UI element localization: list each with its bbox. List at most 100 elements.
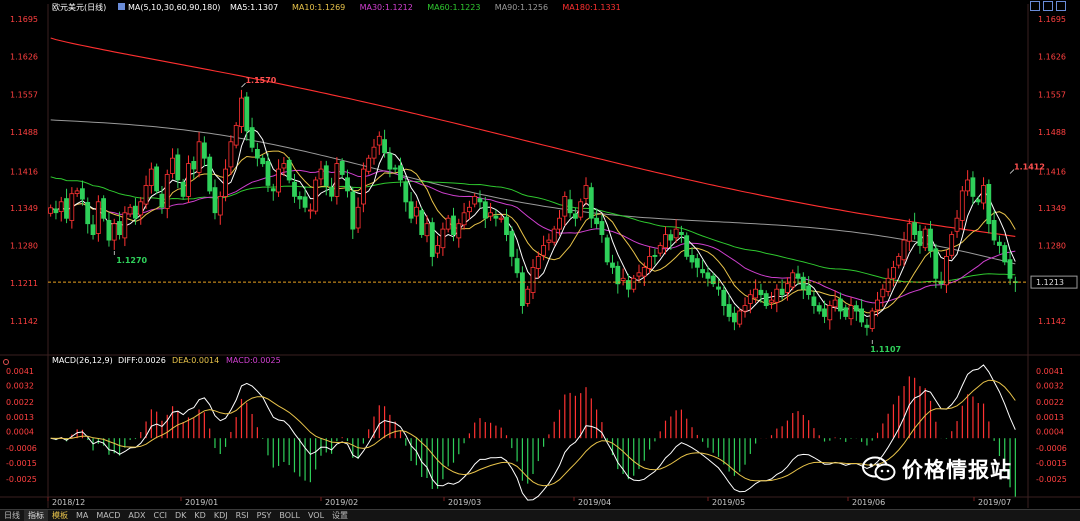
candle-body [265,160,271,186]
candle-body [228,141,234,168]
bottom-tab-9[interactable]: KDJ [210,510,232,521]
price-tick-left-3: 1.1488 [10,128,38,137]
candle-body [482,201,488,219]
candle-body [154,166,160,192]
bottom-tab-11[interactable]: PSY [253,510,276,521]
candle-body [652,254,658,257]
candle-body [249,127,255,148]
bottom-tab-7[interactable]: DK [171,510,190,521]
candle-body [663,234,668,249]
candle-body [912,222,917,236]
candle-body [997,241,1002,246]
settings-icon[interactable] [1043,1,1053,11]
candle-body [498,217,504,220]
candle-body [212,187,218,214]
macd-tick-left-6: -0.0015 [6,459,37,468]
macd-label: MACD(26,12,9) [52,356,113,365]
date-tick-5: 2019/05 [712,498,745,507]
candle-body [732,312,737,323]
macd-diff-value: DIFF:0.0026 [118,356,166,365]
candle-body [217,195,223,216]
candle-body [853,305,859,312]
candle-body [170,157,175,174]
candle-body [117,221,122,236]
candle-body [684,235,690,257]
candle-body [535,255,541,269]
bottom-tab-4[interactable]: MACD [92,510,124,521]
candle-body [557,217,562,230]
bottom-tab-0[interactable]: 日线 [0,510,24,521]
annotation-label-0: 1.1570 [245,76,276,85]
price-tick-right-2: 1.1557 [1038,90,1066,99]
candle-body [551,228,557,243]
candle-body [302,196,308,208]
bottom-tab-6[interactable]: CCI [149,510,171,521]
ma-value-2: MA30:1.1212 [360,3,413,12]
macd-tick-right-1: 0.0032 [1036,382,1064,391]
macd-tick-left-4: 0.0004 [6,428,34,437]
candle-body [795,273,801,279]
date-tick-4: 2019/04 [578,498,611,507]
candle-body [371,146,377,159]
candle-body [223,168,229,197]
grid-icon[interactable] [1030,1,1040,11]
bottom-tab-12[interactable]: BOLL [275,510,304,521]
candle-body [716,286,721,290]
annotation-label-2: 1.1107 [870,345,901,354]
date-tick-1: 2019/01 [185,498,218,507]
candle-body [74,190,80,194]
candle-body [737,310,743,325]
candle-body [599,221,605,236]
candle-body [869,310,875,329]
candle-body [488,212,494,217]
candle-body [615,265,621,285]
candle-body [196,141,202,173]
candle-body [694,258,700,268]
bottom-tab-10[interactable]: RSI [232,510,253,521]
price-tick-right-1: 1.1626 [1038,53,1066,62]
candles-group [48,89,1018,336]
macd-macd-value: MACD:0.0025 [226,356,281,365]
bottom-tab-13[interactable]: VOL [304,510,328,521]
bottom-tab-5[interactable]: ADX [124,510,149,521]
candle-body [466,206,472,213]
candle-body [493,215,499,219]
bottom-tab-8[interactable]: KD [190,510,209,521]
candle-body [562,195,568,217]
candle-body [48,207,53,214]
current-price-tag: 1.1213 [1036,278,1064,287]
candle-body [175,154,181,181]
price-tick-right-8: 1.1142 [1038,317,1066,326]
bottom-tab-14[interactable]: 设置 [328,510,352,521]
close-icon[interactable] [1056,1,1066,11]
candle-body [159,193,165,208]
bottom-tab-3[interactable]: MA [72,510,92,521]
price-tick-right-5: 1.1349 [1038,204,1066,213]
candle-body [965,179,970,192]
candle-body [186,163,191,197]
watermark: 价格情报站 [862,454,1012,484]
ma180-line [50,37,1016,237]
date-tick-6: 2019/06 [852,498,885,507]
bottom-tab-2[interactable]: 模板 [48,510,72,521]
macd-tick-left-7: -0.0025 [6,475,37,484]
candle-body [790,272,796,288]
watermark-text: 价格情报站 [902,458,1012,482]
candle-body [594,217,599,225]
candle-body [901,239,907,261]
price-tick-right-3: 1.1488 [1038,128,1066,137]
date-tick-7: 2019/07 [978,498,1011,507]
candle-body [207,156,213,192]
candle-body [429,222,435,257]
candle-body [387,153,393,170]
ma-value-3: MA60:1.1223 [427,3,480,12]
candle-body [90,224,96,236]
candle-body [769,299,774,303]
candle-body [233,125,239,146]
candle-body [753,288,758,299]
candle-body [329,187,335,197]
candle-body [944,255,949,286]
candle-body [435,245,441,254]
candle-body [138,201,144,216]
bottom-tab-1[interactable]: 指标 [24,510,48,521]
